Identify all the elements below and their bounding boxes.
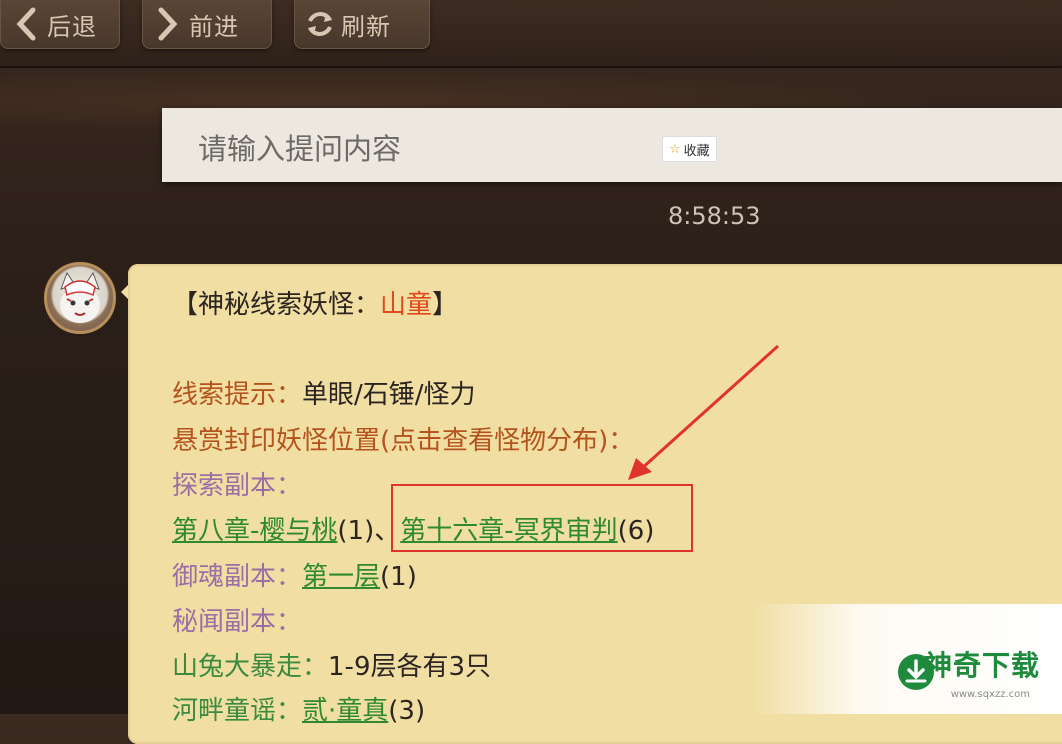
- watermark-site: www.sqxzz.com: [950, 689, 1030, 700]
- arrow-line: [638, 344, 780, 472]
- watermark-brand: 神奇下载: [923, 649, 1040, 682]
- watermark: 神奇下载 www.sqxzz.com: [752, 604, 1062, 714]
